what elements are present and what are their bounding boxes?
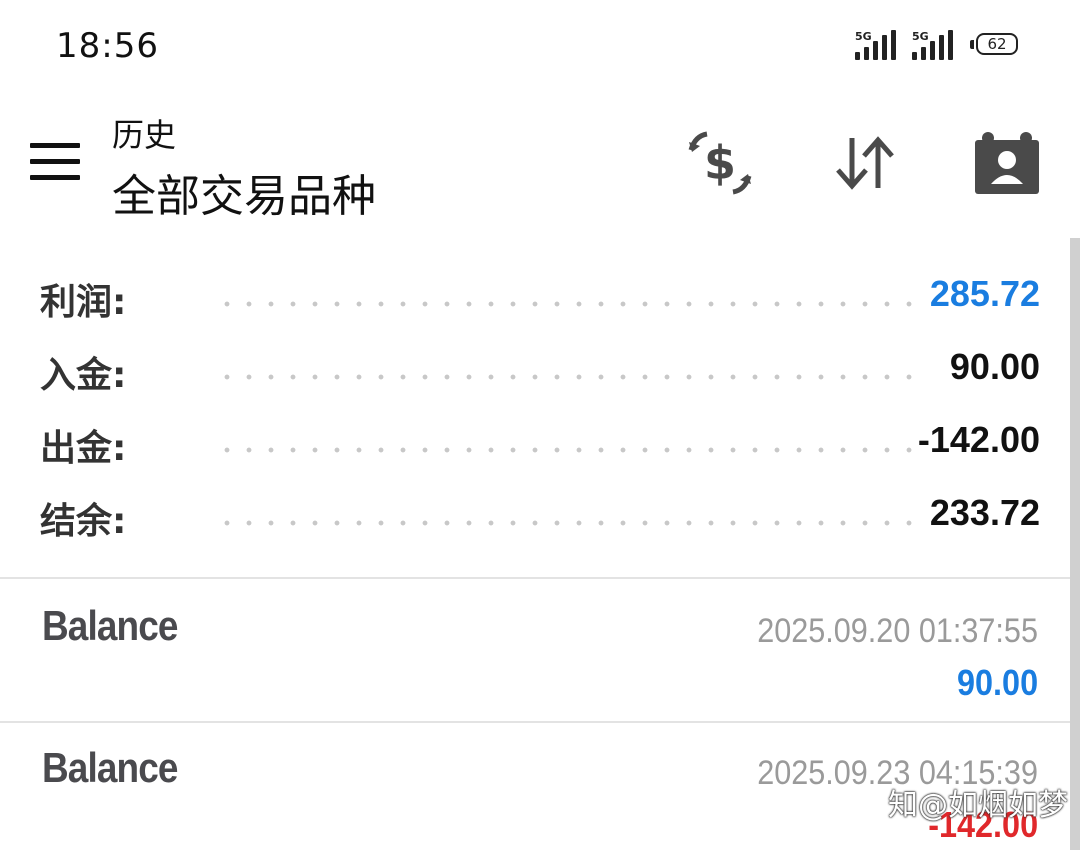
divider [0,577,1070,579]
currency-exchange-icon[interactable]: $ [685,128,755,198]
header-title[interactable]: 全部交易品种 [112,160,376,224]
withdrawal-label: 出金: [40,428,127,469]
network-type-label-2: 5G [912,30,929,43]
deposit-value: 90.00 [949,346,1040,387]
balance-label: 结余: [40,501,127,542]
deal-row[interactable]: Balance 2025.09.20 01:37:55 90.00 [0,580,1070,720]
signal-icon-2: 5G [912,30,962,62]
svg-text:$: $ [704,136,736,190]
profit-value: 285.72 [929,273,1040,314]
sort-icon[interactable] [830,128,900,198]
profit-label: 利润: [40,282,127,323]
deal-type: Balance [42,602,178,649]
summary-row-withdrawal: 出金: -142.00 [40,411,1040,471]
battery-level: 62 [976,33,1018,55]
battery-icon: 62 [970,33,1020,57]
summary-row-balance: 结余: 233.72 [40,484,1040,544]
signal-icon: 5G [855,30,905,62]
balance-value: 233.72 [929,492,1040,533]
deposit-label: 入金: [40,355,127,396]
deal-amount: 90.00 [956,662,1038,703]
scrollbar[interactable] [1070,238,1080,850]
deal-time: 2025.09.20 01:37:55 [757,612,1038,650]
header-subtitle: 历史 [112,116,177,154]
summary-row-deposit: 入金: 90.00 [40,338,1040,398]
summary-row-profit: 利润: 285.72 [40,265,1040,325]
network-type-label: 5G [855,30,872,43]
account-badge-icon[interactable] [972,128,1042,198]
menu-icon[interactable] [30,143,80,183]
withdrawal-value: -142.00 [917,419,1040,460]
deal-type: Balance [42,744,178,791]
app-header: 历史 全部交易品种 $ [0,100,1080,230]
status-bar: 18:56 5G 5G 62 [0,0,1080,90]
watermark: 知@如烟如梦 [888,788,1068,823]
status-time: 18:56 [56,26,159,66]
